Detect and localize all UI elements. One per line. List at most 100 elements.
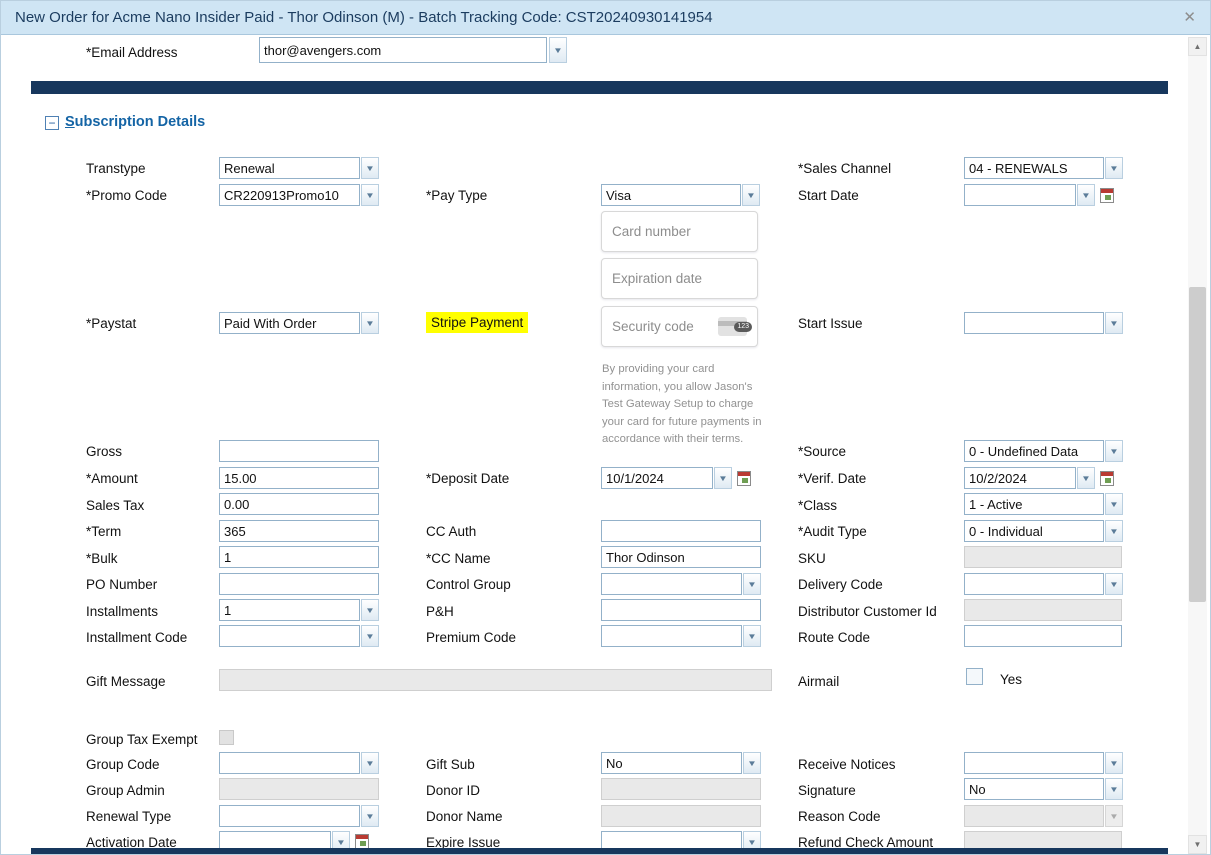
dropdown-arrow-icon[interactable] (743, 573, 761, 595)
dropdown-arrow-icon[interactable] (1105, 752, 1123, 774)
security-code-input[interactable] (612, 319, 718, 334)
group-tax-exempt-checkbox (219, 730, 234, 745)
dropdown-arrow-icon[interactable] (1105, 440, 1123, 462)
dropdown-arrow-icon[interactable] (361, 184, 379, 206)
group-code-input[interactable] (219, 752, 360, 774)
bulk-input[interactable] (219, 546, 379, 568)
security-code-field[interactable] (601, 306, 758, 347)
gift-sub-input[interactable] (601, 752, 742, 774)
calendar-icon[interactable] (1100, 471, 1114, 486)
pay-type-combobox[interactable] (601, 184, 760, 206)
cc-auth-input[interactable] (601, 520, 761, 542)
ph-input[interactable] (601, 599, 761, 621)
source-combobox[interactable] (964, 440, 1123, 462)
amount-input[interactable] (219, 467, 379, 489)
dropdown-arrow-icon[interactable] (361, 625, 379, 647)
dropdown-arrow-icon[interactable] (361, 599, 379, 621)
card-number-field[interactable] (601, 211, 758, 252)
start-issue-label: Start Issue (798, 316, 863, 331)
delivery-code-combobox[interactable] (964, 573, 1123, 595)
scroll-down-icon[interactable] (1188, 835, 1207, 854)
deposit-date-combobox[interactable] (601, 467, 732, 489)
promo-code-input[interactable] (219, 184, 360, 206)
renewal-type-combobox[interactable] (219, 805, 379, 827)
class-input[interactable] (964, 493, 1104, 515)
start-issue-combobox[interactable] (964, 312, 1123, 334)
dropdown-arrow-icon[interactable] (361, 157, 379, 179)
installments-combobox[interactable] (219, 599, 379, 621)
receive-notices-input[interactable] (964, 752, 1104, 774)
promo-code-combobox[interactable] (219, 184, 379, 206)
scrollbar-thumb[interactable] (1189, 287, 1206, 602)
paystat-combobox[interactable] (219, 312, 379, 334)
calendar-icon[interactable] (355, 834, 369, 849)
card-number-input[interactable] (612, 224, 747, 239)
email-dropdown-arrow-icon[interactable] (549, 37, 567, 63)
start-issue-input[interactable] (964, 312, 1104, 334)
delivery-code-input[interactable] (964, 573, 1104, 595)
receive-notices-combobox[interactable] (964, 752, 1123, 774)
dropdown-arrow-icon[interactable] (361, 312, 379, 334)
dropdown-arrow-icon[interactable] (1105, 778, 1123, 800)
dropdown-arrow-icon[interactable] (742, 184, 760, 206)
verif-date-combobox[interactable] (964, 467, 1095, 489)
collapse-section-button[interactable] (45, 116, 59, 130)
installment-code-combobox[interactable] (219, 625, 379, 647)
audit-type-input[interactable] (964, 520, 1104, 542)
route-code-input[interactable] (964, 625, 1122, 647)
verif-date-input[interactable] (964, 467, 1076, 489)
airmail-checkbox[interactable] (966, 668, 983, 685)
control-group-combobox[interactable] (601, 573, 761, 595)
calendar-icon[interactable] (1100, 188, 1114, 203)
expiration-date-input[interactable] (612, 271, 747, 286)
pay-type-input[interactable] (601, 184, 741, 206)
class-combobox[interactable] (964, 493, 1123, 515)
sales-channel-input[interactable] (964, 157, 1104, 179)
gift-sub-combobox[interactable] (601, 752, 761, 774)
dropdown-arrow-icon[interactable] (361, 805, 379, 827)
scroll-up-icon[interactable] (1188, 37, 1207, 56)
signature-input[interactable] (964, 778, 1104, 800)
term-input[interactable] (219, 520, 379, 542)
renewal-type-input[interactable] (219, 805, 360, 827)
sales-channel-combobox[interactable] (964, 157, 1123, 179)
paystat-input[interactable] (219, 312, 360, 334)
transtype-combobox[interactable] (219, 157, 379, 179)
dropdown-arrow-icon[interactable] (361, 752, 379, 774)
dropdown-arrow-icon[interactable] (1105, 493, 1123, 515)
gift-sub-label: Gift Sub (426, 757, 475, 772)
dropdown-arrow-icon[interactable] (1077, 184, 1095, 206)
gross-input[interactable] (219, 440, 379, 462)
start-date-input[interactable] (964, 184, 1076, 206)
calendar-icon[interactable] (737, 471, 751, 486)
po-number-input[interactable] (219, 573, 379, 595)
dropdown-arrow-icon[interactable] (1105, 573, 1123, 595)
installments-input[interactable] (219, 599, 360, 621)
dropdown-arrow-icon[interactable] (1105, 157, 1123, 179)
signature-combobox[interactable] (964, 778, 1123, 800)
vertical-scrollbar[interactable] (1188, 37, 1207, 854)
deposit-date-input[interactable] (601, 467, 713, 489)
group-code-combobox[interactable] (219, 752, 379, 774)
source-input[interactable] (964, 440, 1104, 462)
close-icon[interactable] (1183, 10, 1196, 25)
cc-name-input[interactable] (601, 546, 761, 568)
expiration-date-field[interactable] (601, 258, 758, 299)
audit-type-combobox[interactable] (964, 520, 1123, 542)
start-date-combobox[interactable] (964, 184, 1095, 206)
dropdown-arrow-icon[interactable] (1105, 520, 1123, 542)
transtype-input[interactable] (219, 157, 360, 179)
premium-code-label: Premium Code (426, 630, 516, 645)
dropdown-arrow-icon[interactable] (714, 467, 732, 489)
dropdown-arrow-icon[interactable] (743, 625, 761, 647)
dropdown-arrow-icon[interactable] (743, 752, 761, 774)
email-input[interactable] (259, 37, 547, 63)
control-group-input[interactable] (601, 573, 742, 595)
dropdown-arrow-icon[interactable] (1077, 467, 1095, 489)
gift-message-label: Gift Message (86, 674, 166, 689)
dropdown-arrow-icon[interactable] (1105, 312, 1123, 334)
premium-code-input[interactable] (601, 625, 742, 647)
premium-code-combobox[interactable] (601, 625, 761, 647)
installment-code-input[interactable] (219, 625, 360, 647)
sales-tax-input[interactable] (219, 493, 379, 515)
